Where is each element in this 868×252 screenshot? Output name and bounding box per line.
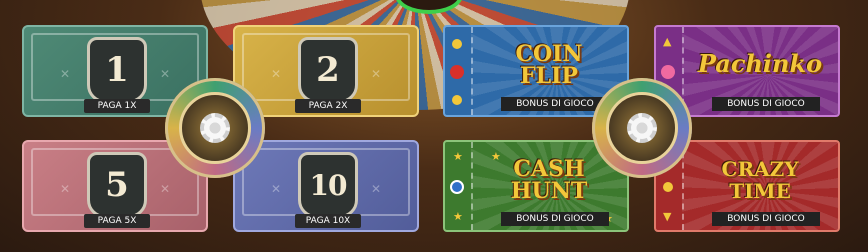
bet-number: 10 <box>298 152 358 218</box>
x-decoration-icon: ✕ <box>159 182 170 196</box>
star-icon: ★ <box>453 210 463 223</box>
bet-number: 2 <box>298 37 358 103</box>
chip-holder <box>179 92 251 164</box>
star-icon: ★ <box>453 150 463 163</box>
x-decoration-icon: ✕ <box>159 67 170 81</box>
poker-chip-icon <box>627 113 657 143</box>
bet-number: 5 <box>87 152 147 218</box>
bet-number: 1 <box>87 37 147 103</box>
payout-label: PAGA 2X <box>295 99 361 113</box>
payout-label: PAGA 1X <box>84 99 150 113</box>
bonus-title: Pachinko <box>697 49 823 78</box>
bonus-label: BONUS DI GIOCO <box>712 97 820 111</box>
chip-holder <box>606 92 678 164</box>
dot-icon <box>452 39 462 49</box>
bonus-label: BONUS DI GIOCO <box>712 212 820 226</box>
bonus-title: CRAZY TIME <box>721 157 799 203</box>
coin-icon <box>450 65 464 79</box>
x-decoration-icon: ✕ <box>370 67 381 81</box>
x-decoration-icon: ✕ <box>60 182 71 196</box>
triangle-icon: ▲ <box>663 35 672 48</box>
x-decoration-icon: ✕ <box>370 182 381 196</box>
x-decoration-icon: ✕ <box>271 182 282 196</box>
bet-spot-10[interactable]: ✕ ✕ 10 PAGA 10X <box>233 140 419 232</box>
chip-selector-right[interactable] <box>592 78 692 178</box>
bonus-label: BONUS DI GIOCO <box>501 212 609 226</box>
bonus-title: COIN FLIP <box>515 41 583 89</box>
triangle-icon: ▼ <box>663 210 672 223</box>
payout-label: PAGA 10X <box>295 214 361 228</box>
payout-label: PAGA 5X <box>84 214 150 228</box>
bonus-label: BONUS DI GIOCO <box>501 97 609 111</box>
dot-icon <box>452 95 462 105</box>
chip-selector-left[interactable] <box>165 78 265 178</box>
x-decoration-icon: ✕ <box>60 67 71 81</box>
poker-chip-icon <box>200 113 230 143</box>
bonus-title: CASH HUNT <box>510 156 588 204</box>
ball-icon <box>661 65 675 79</box>
dot-icon <box>663 182 673 192</box>
bet-spot-2[interactable]: ✕ ✕ 2 PAGA 2X <box>233 25 419 117</box>
target-icon <box>450 180 464 194</box>
x-decoration-icon: ✕ <box>271 67 282 81</box>
